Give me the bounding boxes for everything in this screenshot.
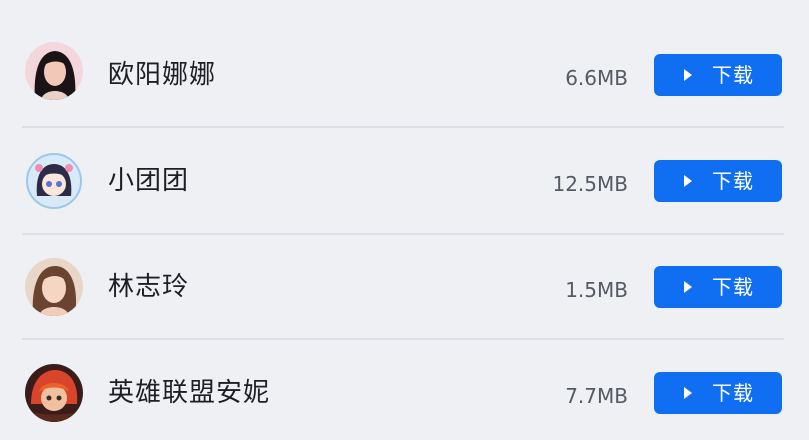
download-button[interactable]: 下载 xyxy=(654,266,782,308)
file-size: 7.7MB xyxy=(565,384,628,408)
list-item: 英雄联盟安妮 7.7MB 下载 xyxy=(0,340,809,440)
list-item: 林志玲 1.5MB 下载 xyxy=(0,234,809,340)
play-icon xyxy=(684,387,692,399)
voice-pack-list: 欧阳娜娜 6.6MB 下载 小团团 12.5MB 下载 林志玲 1.5MB 下载… xyxy=(0,0,809,440)
download-button-label: 下载 xyxy=(712,381,754,405)
list-item: 小团团 12.5MB 下载 xyxy=(0,128,809,234)
download-button[interactable]: 下载 xyxy=(654,372,782,414)
item-name: 英雄联盟安妮 xyxy=(108,378,271,408)
download-button-label: 下载 xyxy=(712,63,754,87)
list-item: 欧阳娜娜 6.6MB 下载 xyxy=(0,22,809,128)
item-name: 小团团 xyxy=(108,166,190,196)
item-name: 欧阳娜娜 xyxy=(108,60,217,90)
download-button-label: 下载 xyxy=(712,169,754,193)
avatar-woman-brown-hair-icon xyxy=(25,258,83,316)
avatar-anime-girl-icon xyxy=(25,152,83,210)
play-icon xyxy=(684,281,692,293)
avatar xyxy=(25,258,83,316)
download-button[interactable]: 下载 xyxy=(654,54,782,96)
avatar-woman-dark-hair-icon xyxy=(25,42,83,100)
file-size: 12.5MB xyxy=(552,172,628,196)
avatar-game-character-icon xyxy=(25,364,83,422)
avatar xyxy=(25,42,83,100)
file-size: 1.5MB xyxy=(565,278,628,302)
download-button-label: 下载 xyxy=(712,275,754,299)
download-button[interactable]: 下载 xyxy=(654,160,782,202)
avatar xyxy=(25,152,83,210)
play-icon xyxy=(684,69,692,81)
file-size: 6.6MB xyxy=(565,66,628,90)
item-name: 林志玲 xyxy=(108,272,190,302)
play-icon xyxy=(684,175,692,187)
avatar xyxy=(25,364,83,422)
